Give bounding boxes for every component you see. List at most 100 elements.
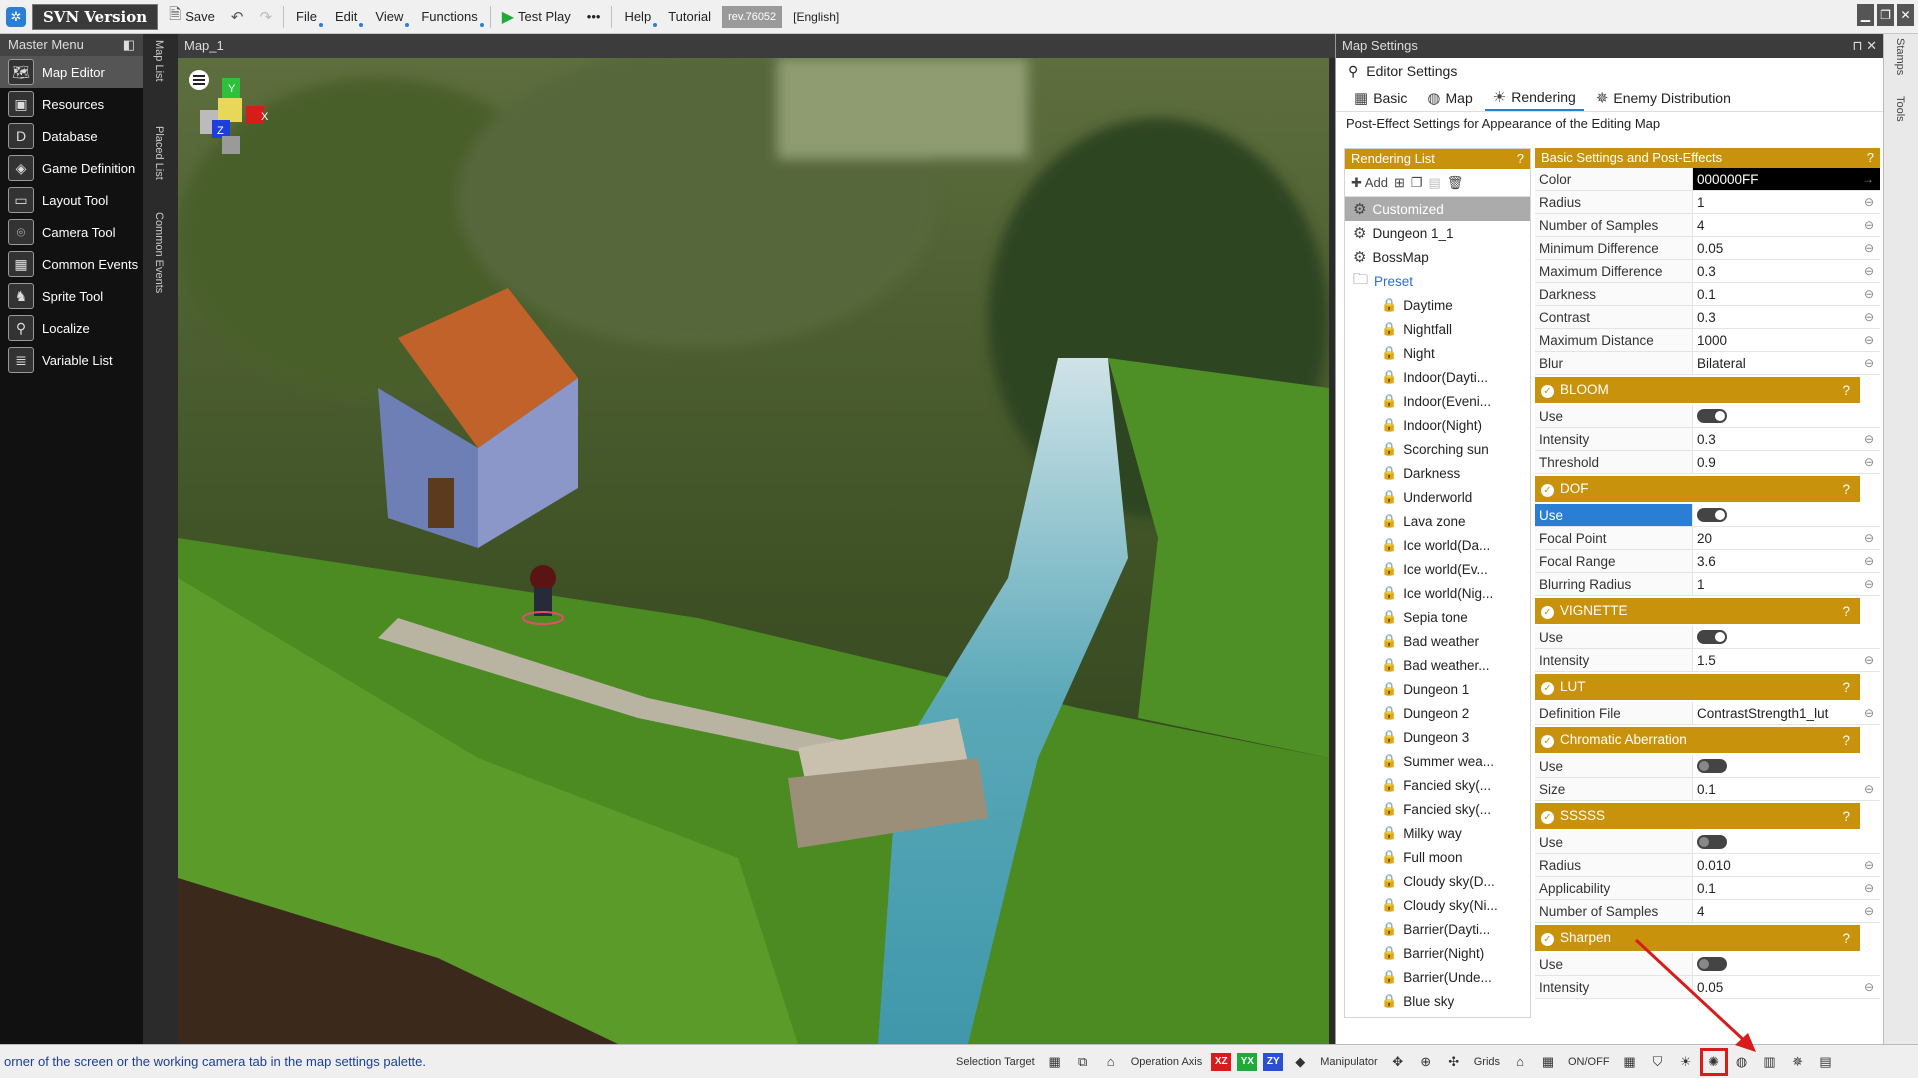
property-row[interactable]: Minimum Difference 0.05 ⊖ (1535, 237, 1880, 260)
preset-item[interactable]: 🔒 Ice world(Ev... (1345, 557, 1530, 581)
property-reset-icon[interactable]: → (1862, 172, 1874, 186)
property-value[interactable]: 0.1 ⊖ (1693, 877, 1880, 899)
master-menu-item-variable-list[interactable]: ≣ Variable List (0, 344, 143, 376)
selection-building-icon[interactable]: ⌂ (1101, 1052, 1121, 1072)
property-row[interactable]: Darkness 0.1 ⊖ (1535, 283, 1880, 306)
property-reset-icon[interactable]: ⊖ (1864, 218, 1874, 232)
property-value[interactable]: 1 ⊖ (1693, 191, 1880, 213)
test-play-button[interactable]: ▶ Test Play (497, 4, 576, 30)
preset-item[interactable]: 🔒 Dungeon 2 (1345, 701, 1530, 725)
property-value[interactable]: 20 ⊖ (1693, 527, 1880, 549)
collapse-check-icon[interactable]: ✓ (1541, 735, 1554, 748)
preset-item[interactable]: 🔒 Barrier(Dayti... (1345, 917, 1530, 941)
copy-icon[interactable]: ❐ (1411, 175, 1423, 191)
property-row[interactable]: Contrast 0.3 ⊖ (1535, 306, 1880, 329)
property-row[interactable]: Size 0.1 ⊖ (1535, 778, 1880, 801)
use-toggle-cell[interactable] (1693, 755, 1880, 777)
property-value[interactable]: Bilateral ⊖ (1693, 352, 1880, 374)
use-toggle-cell[interactable] (1693, 831, 1880, 853)
section-header-chromatic[interactable]: ✓ Chromatic Aberration? (1535, 727, 1860, 753)
help-icon[interactable]: ? (1842, 931, 1850, 946)
use-toggle-cell[interactable] (1693, 953, 1880, 975)
property-row[interactable]: Radius 0.010 ⊖ (1535, 854, 1880, 877)
property-value[interactable]: 0.3 ⊖ (1693, 428, 1880, 450)
preset-item[interactable]: 🔒 Dungeon 3 (1345, 725, 1530, 749)
preset-item[interactable]: 🔒 Daytime (1345, 293, 1530, 317)
help-icon[interactable]: ? (1517, 151, 1524, 167)
tutorial-button[interactable]: Tutorial (663, 6, 716, 27)
property-reset-icon[interactable]: ⊖ (1864, 980, 1874, 994)
view-menu-icon[interactable] (189, 70, 209, 90)
property-value[interactable]: 0.9 ⊖ (1693, 451, 1880, 473)
master-menu-item-sprite-tool[interactable]: ♞ Sprite Tool (0, 280, 143, 312)
property-row[interactable]: Blur Bilateral ⊖ (1535, 352, 1880, 375)
preset-item[interactable]: 🔒 Fancied sky(... (1345, 773, 1530, 797)
toggle-sun-icon[interactable]: ☀ (1676, 1052, 1696, 1072)
tab-tools[interactable]: Tools (1894, 96, 1906, 122)
help-icon[interactable]: ? (1842, 809, 1850, 824)
use-toggle[interactable] (1697, 957, 1727, 971)
property-row[interactable]: Applicability 0.1 ⊖ (1535, 877, 1880, 900)
toggle-post-effect-icon[interactable]: ✺ (1699, 1047, 1728, 1076)
section-header-sharpen[interactable]: ✓ Sharpen? (1535, 925, 1860, 951)
preset-item[interactable]: 🔒 Barrier(Night) (1345, 941, 1530, 965)
master-menu-item-common-events[interactable]: ▦ Common Events (0, 248, 143, 280)
help-icon[interactable]: ? (1842, 733, 1850, 748)
section-header-lut[interactable]: ✓ LUT? (1535, 674, 1860, 700)
preset-item[interactable]: 🔒 Bad weather... (1345, 653, 1530, 677)
scale-manipulator-icon[interactable]: ✣ (1444, 1052, 1464, 1072)
preset-item[interactable]: 🔒 Sepia tone (1345, 605, 1530, 629)
delete-icon[interactable]: 🗑 (1447, 175, 1464, 191)
property-value[interactable]: 0.1 ⊖ (1693, 283, 1880, 305)
pin-close-icon[interactable]: ⊓ ✕ (1852, 38, 1877, 54)
property-value[interactable]: 000000FF → (1693, 168, 1880, 190)
property-row[interactable]: Threshold 0.9 ⊖ (1535, 451, 1880, 474)
manipulator-icon[interactable]: ◆ (1290, 1052, 1310, 1072)
rendering-list-item[interactable]: ⚙ Customized (1345, 197, 1530, 221)
toggle-enemy-icon[interactable]: ✵ (1788, 1052, 1808, 1072)
rendering-list-item[interactable]: ⚙ Dungeon 1_1 (1345, 221, 1530, 245)
map-scene-render[interactable]: Y X Z (178, 58, 1329, 1044)
preset-item[interactable]: 🔒 Lava zone (1345, 509, 1530, 533)
property-value[interactable]: 0.3 ⊖ (1693, 306, 1880, 328)
preset-item[interactable]: 🔒 Night (1345, 341, 1530, 365)
help-icon[interactable]: ? (1842, 383, 1850, 398)
preset-item[interactable]: 🔒 Ice world(Da... (1345, 533, 1530, 557)
master-menu-item-map-editor[interactable]: 🗺 Map Editor (0, 56, 143, 88)
use-row[interactable]: Use (1535, 953, 1880, 976)
save-button[interactable]: 🗎 Save (164, 1, 220, 32)
property-reset-icon[interactable]: ⊖ (1864, 554, 1874, 568)
preset-item[interactable]: 🔒 Nightfall (1345, 317, 1530, 341)
section-header-vignette[interactable]: ✓ VIGNETTE? (1535, 598, 1860, 624)
property-reset-icon[interactable]: ⊖ (1864, 455, 1874, 469)
section-header-sssss[interactable]: ✓ SSSSS? (1535, 803, 1860, 829)
master-menu-item-resources[interactable]: ▣ Resources (0, 88, 143, 120)
property-row[interactable]: Number of Samples 4 ⊖ (1535, 214, 1880, 237)
property-row[interactable]: Blurring Radius 1 ⊖ (1535, 573, 1880, 596)
tab-basic[interactable]: ▦ Basic (1346, 86, 1415, 110)
property-reset-icon[interactable]: ⊖ (1864, 241, 1874, 255)
collapse-check-icon[interactable]: ✓ (1541, 811, 1554, 824)
property-row[interactable]: Intensity 0.05 ⊖ (1535, 976, 1880, 999)
property-reset-icon[interactable]: ⊖ (1864, 195, 1874, 209)
property-value[interactable]: 4 ⊖ (1693, 214, 1880, 236)
more-button[interactable]: ••• (582, 6, 606, 27)
toggle-globe-icon[interactable]: ◍ (1732, 1052, 1752, 1072)
use-row[interactable]: Use (1535, 755, 1880, 778)
property-reset-icon[interactable]: ⊖ (1864, 881, 1874, 895)
use-row[interactable]: Use (1535, 504, 1880, 527)
preset-item[interactable]: 🔒 Scorching sun (1345, 437, 1530, 461)
axis-xz-button[interactable]: XZ (1211, 1052, 1232, 1071)
property-row[interactable]: Maximum Distance 1000 ⊖ (1535, 329, 1880, 352)
map-scene[interactable]: Y X Z (178, 58, 1329, 1044)
property-reset-icon[interactable]: ⊖ (1864, 531, 1874, 545)
property-row[interactable]: Color 000000FF → (1535, 168, 1880, 191)
property-reset-icon[interactable]: ⊖ (1864, 858, 1874, 872)
preset-item[interactable]: 🔒 Milky way (1345, 821, 1530, 845)
preset-item[interactable]: 🔒 Cloudy sky(D... (1345, 869, 1530, 893)
property-row[interactable]: Radius 1 ⊖ (1535, 191, 1880, 214)
rendering-list-item[interactable]: ⚙ BossMap (1345, 245, 1530, 269)
toggle-shield-icon[interactable]: ⛉ (1648, 1052, 1668, 1072)
selection-grid-icon[interactable]: ▦ (1045, 1052, 1065, 1072)
language-label[interactable]: [English] (788, 7, 844, 27)
